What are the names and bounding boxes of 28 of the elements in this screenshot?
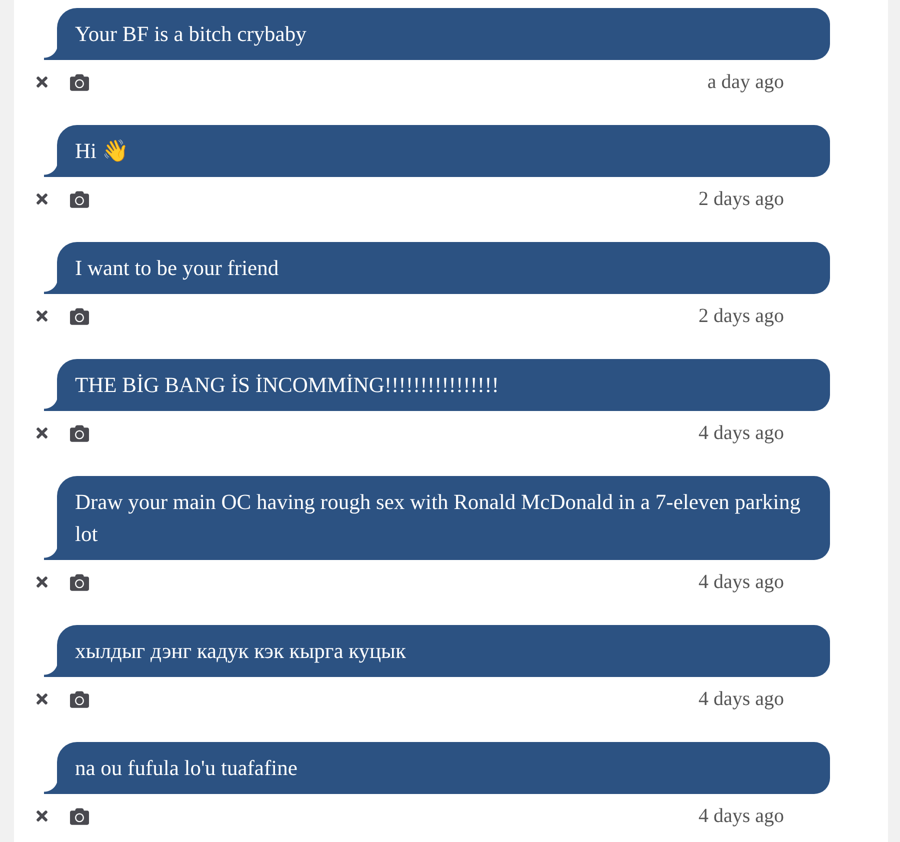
camera-icon[interactable] [70, 806, 89, 826]
message-bubble: THE BİG BANG İS İNCOMMİNG!!!!!!!!!!!!!!!! [44, 359, 830, 411]
message-bubble: Draw your main OC having rough sex with Ronald McDonald in a 7-eleven parking lot [44, 476, 830, 560]
camera-icon[interactable] [70, 72, 89, 92]
message-time: a day ago [707, 70, 784, 94]
close-icon[interactable] [34, 425, 50, 441]
close-icon[interactable] [34, 808, 50, 824]
message-time: 4 days ago [698, 570, 784, 594]
close-icon[interactable] [34, 574, 50, 590]
camera-icon[interactable] [70, 690, 89, 708]
message-bubble: Hi 👋 [44, 125, 830, 177]
camera-icon[interactable] [70, 190, 89, 208]
message-time: 4 days ago [698, 688, 784, 710]
message-time: 4 days ago [698, 804, 784, 828]
message-bubble: I want to be your friend [44, 242, 830, 294]
camera-icon[interactable] [70, 306, 89, 326]
message-time: 2 days ago [698, 188, 784, 210]
close-icon[interactable] [34, 308, 50, 324]
message-bubble: Your BF is a bitch crybaby [44, 8, 830, 60]
close-icon[interactable] [34, 691, 50, 707]
message-time: 4 days ago [698, 422, 784, 444]
close-icon[interactable] [34, 74, 50, 90]
close-icon[interactable] [34, 191, 50, 207]
message-bubble: хылдыг дэнг кадук кэк кырга куцык [44, 625, 830, 677]
camera-icon[interactable] [70, 572, 89, 592]
message-bubble: na ou fufula lo'u tuafafine [44, 742, 830, 794]
camera-icon[interactable] [70, 424, 89, 442]
message-time: 2 days ago [698, 304, 784, 328]
